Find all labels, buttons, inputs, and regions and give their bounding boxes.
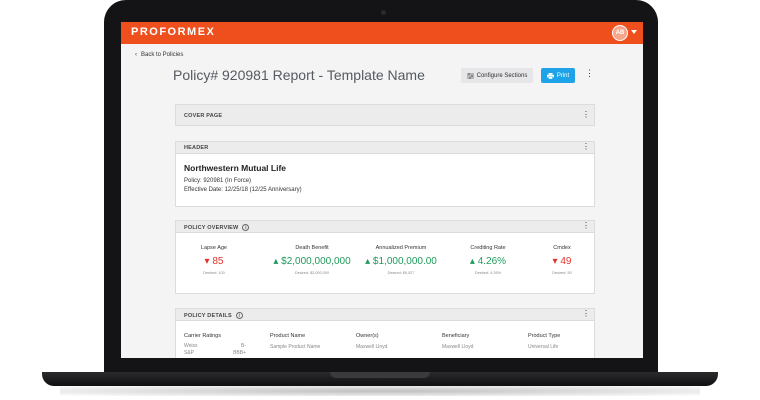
column-header: Beneficiary [442, 333, 470, 339]
user-avatar[interactable]: AB [612, 25, 628, 41]
arrow-down-icon: ▾ [552, 256, 558, 267]
effective-date: Effective Date: 12/25/18 (12/25 Annivers… [184, 187, 302, 193]
back-arrow-icon: ‹ [135, 52, 137, 58]
chevron-down-icon[interactable] [631, 30, 637, 34]
section-title-wrap: POLICY DETAILS i [184, 312, 243, 319]
rating-agency: S&P [184, 350, 195, 356]
rating-row: Weiss B- [184, 343, 246, 350]
section-header: POLICY DETAILS i ⋮ [176, 309, 594, 321]
configure-sections-button[interactable]: Configure Sections [461, 68, 533, 83]
sliders-icon [466, 72, 474, 79]
column-value: Maxwell Lloyd [356, 344, 388, 350]
section-title: POLICY DETAILS [184, 312, 232, 319]
rating-row: S&P BBB+ [184, 350, 246, 357]
section-menu-icon[interactable]: ⋮ [582, 111, 590, 119]
page-title: Policy# 920981 Report - Template Name [173, 67, 425, 83]
column-header: Carrier Ratings [184, 333, 221, 339]
details-column-product-type: Product Type Universal Life [528, 333, 590, 350]
column-value: Universal Life [528, 344, 559, 350]
arrow-up-icon: ▴ [365, 256, 371, 267]
section-header: POLICY OVERVIEW i ⋮ [176, 221, 594, 233]
carrier-ratings-list: Weiss B- S&P BBB+ [184, 343, 246, 357]
rating-grade: BBB+ [233, 350, 246, 356]
header-section: HEADER ⋮ Northwestern Mutual Life Policy… [175, 141, 595, 207]
metric-number: $1,000,000.00 [372, 256, 437, 267]
policy-number: Policy: 920981 (In Force) [184, 178, 252, 184]
cover-page-section[interactable]: COVER PAGE ⋮ [175, 104, 595, 126]
details-column-owners: Owner(s) Maxwell Lloyd [356, 333, 446, 350]
brand-logo[interactable]: PROFORMEX [131, 26, 215, 38]
print-label: Print [556, 72, 570, 79]
details-column-beneficiary: Beneficiary Maxwell Lloyd [442, 333, 532, 350]
section-title-wrap: POLICY OVERVIEW i [184, 224, 250, 231]
column-value: Sample Product Name [270, 344, 321, 350]
webcam [381, 10, 386, 15]
info-icon[interactable]: i [242, 224, 250, 231]
rating-grade: B- [241, 343, 246, 349]
app-screen: PROFORMEX AB ‹ Back to Policies Policy# 9… [121, 22, 643, 358]
info-icon[interactable]: i [235, 312, 243, 319]
details-column-carrier-ratings: Carrier Ratings [184, 333, 274, 339]
carrier-name: Northwestern Mutual Life [184, 163, 287, 173]
arrow-down-icon: ▾ [204, 256, 210, 267]
metric-desired: Desired: 50 [552, 271, 572, 275]
metric-number: 85 [212, 256, 224, 267]
section-menu-icon[interactable]: ⋮ [582, 310, 590, 318]
section-title: COVER PAGE [184, 113, 223, 119]
column-header: Product Type [528, 333, 561, 339]
metric-number: 4.26% [477, 256, 507, 267]
arrow-up-icon: ▴ [273, 256, 279, 267]
printer-icon [546, 72, 554, 79]
section-header: COVER PAGE ⋮ [176, 105, 594, 125]
metric-number: 49 [560, 256, 572, 267]
arrow-up-icon: ▴ [469, 256, 475, 267]
more-options-icon[interactable]: ⋮ [585, 69, 594, 78]
section-menu-icon[interactable]: ⋮ [582, 222, 590, 230]
section-header: HEADER ⋮ [176, 142, 594, 154]
back-to-policies-link[interactable]: ‹ Back to Policies [135, 52, 183, 58]
section-title: HEADER [184, 145, 209, 151]
metric-cmdex: Cmdex ▾ 49 Desired: 50 [512, 245, 612, 275]
details-column-product-name: Product Name Sample Product Name [270, 333, 360, 350]
policy-overview-section: POLICY OVERVIEW i ⋮ Lapse Age ▾ 85 Desir… [175, 220, 595, 294]
metric-label: Cmdex [553, 245, 571, 251]
print-button[interactable]: Print [541, 68, 575, 83]
column-value: Maxwell Lloyd [442, 344, 474, 350]
top-bar: PROFORMEX AB [121, 22, 643, 44]
column-header: Product Name [270, 333, 306, 339]
section-menu-icon[interactable]: ⋮ [582, 143, 590, 151]
column-header: Owner(s) [356, 333, 379, 339]
laptop-shadow [60, 386, 700, 396]
metric-value: ▾ 49 [512, 256, 612, 267]
rating-agency: Weiss [184, 343, 198, 349]
section-title: POLICY OVERVIEW [184, 224, 239, 231]
back-link-label: Back to Policies [141, 52, 184, 58]
laptop-notch [330, 372, 430, 378]
policy-details-section: POLICY DETAILS i ⋮ Carrier Ratings Weiss… [175, 308, 595, 358]
configure-label: Configure Sections [476, 72, 528, 79]
